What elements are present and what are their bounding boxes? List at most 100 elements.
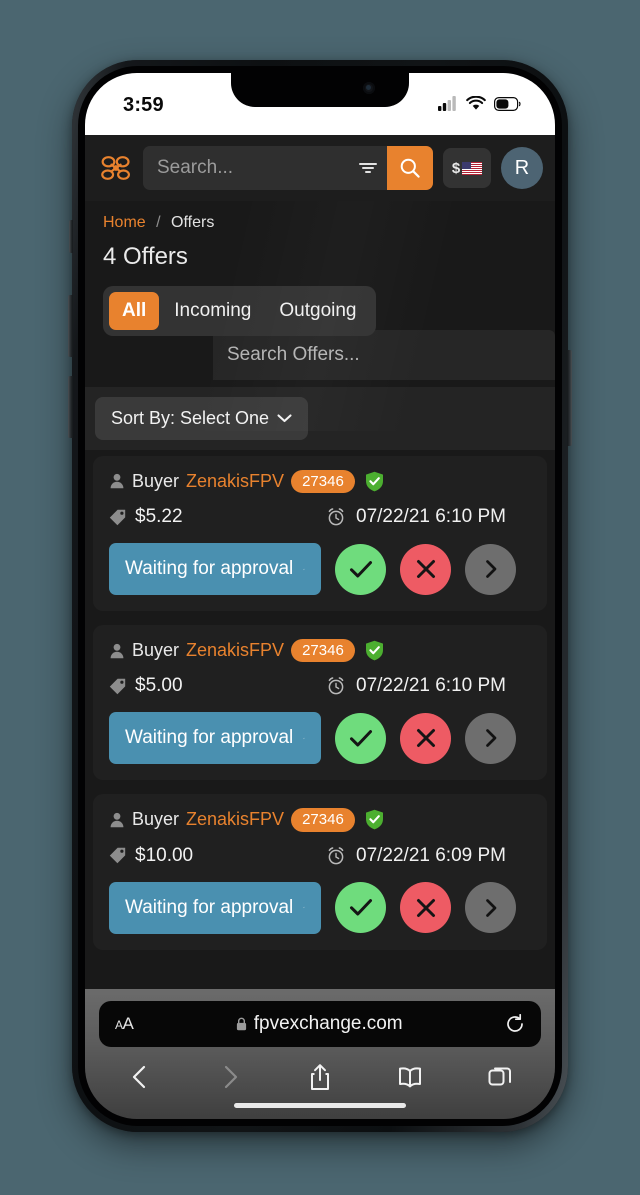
offer-price-group: $5.22 — [109, 506, 327, 528]
offer-user-row: Buyer ZenakisFPV 27346 — [109, 808, 531, 832]
tab-all[interactable]: All — [109, 291, 160, 330]
offer-details-button[interactable] — [465, 712, 516, 764]
accept-offer-button[interactable] — [335, 543, 386, 595]
url-text: fpvexchange.com — [253, 1013, 403, 1034]
chevron-down-icon — [303, 907, 305, 908]
offer-meta-row: $10.00 07/22/21 6:09 PM — [109, 845, 531, 867]
power-button[interactable] — [567, 350, 572, 446]
search-submit-button[interactable] — [387, 146, 433, 190]
offer-card[interactable]: Buyer ZenakisFPV 27346 — [93, 794, 547, 950]
forward-chevron-icon — [224, 1065, 238, 1089]
us-flag-icon — [462, 161, 483, 175]
offer-username[interactable]: ZenakisFPV — [186, 640, 284, 661]
x-icon — [416, 560, 435, 579]
offer-role: Buyer — [132, 640, 180, 661]
chevron-right-icon — [485, 898, 496, 917]
status-bar-clock: 3:59 — [123, 94, 164, 116]
offer-username[interactable]: ZenakisFPV — [186, 471, 284, 492]
lock-icon — [236, 1017, 246, 1031]
reload-icon[interactable] — [505, 1014, 525, 1034]
offer-details-button[interactable] — [465, 882, 516, 934]
offer-username[interactable]: ZenakisFPV — [186, 809, 284, 830]
offer-search-input[interactable] — [227, 343, 541, 366]
person-icon — [110, 643, 124, 658]
cellular-signal-icon — [438, 96, 456, 111]
offer-card[interactable]: Buyer ZenakisFPV 27346 — [93, 455, 547, 612]
offer-user-id-badge: 27346 — [291, 808, 355, 832]
offer-role: Buyer — [132, 809, 180, 830]
offer-meta-row: $5.00 07/22/21 6:10 PM — [109, 675, 531, 697]
breadcrumb: Home / Offers — [85, 201, 555, 231]
filter-button[interactable] — [349, 146, 387, 190]
sort-by-dropdown[interactable]: Sort By: Select One — [95, 396, 309, 440]
accept-offer-button[interactable] — [335, 712, 386, 764]
price-tag-icon — [109, 678, 126, 694]
decline-offer-button[interactable] — [400, 712, 451, 764]
text-size-button[interactable]: AA — [115, 1014, 134, 1034]
accept-offer-button[interactable] — [335, 882, 386, 934]
url-bar[interactable]: AA fpvexchange.com — [99, 1001, 541, 1047]
search-input[interactable] — [143, 157, 349, 179]
home-indicator[interactable] — [234, 1103, 406, 1108]
offer-price: $5.00 — [135, 675, 183, 697]
offer-price-group: $5.00 — [109, 675, 327, 697]
chevron-right-icon — [485, 560, 496, 578]
phone-device: 3:59 Search... $ R Home / Offers 4 Offer… — [68, 60, 572, 1132]
phone-screen: 3:59 Search... $ R Home / Offers 4 Offer… — [85, 73, 555, 1119]
offer-status-dropdown[interactable]: Waiting for approval — [109, 712, 321, 765]
offer-search-field[interactable] — [213, 329, 555, 380]
volume-down-button[interactable] — [68, 376, 73, 438]
offer-price: $5.22 — [135, 506, 183, 528]
offer-filter-tabs: All Incoming Outgoing — [103, 285, 376, 336]
status-bar-indicators — [438, 95, 521, 111]
offer-time-group: 07/22/21 6:10 PM — [327, 675, 506, 697]
global-search-bar[interactable] — [143, 146, 433, 190]
offer-time: 07/22/21 6:10 PM — [356, 675, 506, 697]
offer-time-group: 07/22/21 6:10 PM — [327, 506, 506, 528]
x-icon — [416, 898, 435, 917]
offer-role: Buyer — [132, 470, 180, 491]
volume-up-button[interactable] — [68, 295, 73, 357]
share-icon[interactable] — [307, 1063, 333, 1091]
chevron-down-icon — [303, 568, 305, 570]
verified-shield-icon — [365, 471, 383, 492]
user-avatar[interactable]: R — [501, 147, 543, 189]
tab-incoming[interactable]: Incoming — [161, 292, 264, 330]
offer-status-dropdown[interactable]: Waiting for approval — [109, 543, 321, 596]
price-tag-icon — [109, 847, 126, 864]
breadcrumb-home-link[interactable]: Home — [103, 214, 146, 231]
tabs-container: All Incoming Outgoing — [85, 272, 555, 336]
offer-user-row: Buyer ZenakisFPV 27346 — [109, 639, 531, 663]
back-chevron-icon[interactable] — [127, 1063, 153, 1091]
offer-price-group: $10.00 — [109, 845, 327, 867]
offer-status-label: Waiting for approval — [125, 896, 294, 918]
fpv-drone-logo-icon — [101, 156, 130, 180]
notch — [231, 73, 409, 107]
currency-selector[interactable]: $ — [443, 148, 491, 188]
offer-time-group: 07/22/21 6:09 PM — [327, 845, 506, 867]
text-size-label-large: A — [122, 1014, 134, 1033]
book-icon[interactable] — [397, 1063, 423, 1091]
offer-actions-row: Waiting for approval — [109, 543, 531, 596]
url-display[interactable]: fpvexchange.com — [133, 1013, 505, 1035]
chevron-right-icon — [485, 729, 496, 748]
decline-offer-button[interactable] — [400, 882, 451, 934]
text-size-label-small: A — [115, 1018, 123, 1032]
tabs-icon[interactable] — [487, 1063, 513, 1091]
offer-time: 07/22/21 6:10 PM — [356, 506, 506, 528]
offer-card[interactable]: Buyer ZenakisFPV 27346 — [93, 625, 547, 781]
breadcrumb-separator: / — [156, 214, 161, 231]
offer-user-id-badge: 27346 — [291, 469, 355, 494]
offer-actions-row: Waiting for approval — [109, 712, 531, 765]
alarm-clock-icon — [328, 677, 344, 695]
offer-meta-row: $5.22 07/22/21 6:10 PM — [109, 506, 531, 528]
check-icon — [349, 899, 372, 916]
decline-offer-button[interactable] — [400, 543, 451, 595]
offer-status-dropdown[interactable]: Waiting for approval — [109, 881, 321, 934]
verified-shield-icon — [365, 640, 383, 661]
price-tag-icon — [109, 509, 126, 525]
mute-switch[interactable] — [69, 220, 73, 253]
safari-toolbar — [99, 1047, 541, 1091]
tab-outgoing[interactable]: Outgoing — [266, 292, 369, 330]
offer-details-button[interactable] — [465, 543, 516, 595]
